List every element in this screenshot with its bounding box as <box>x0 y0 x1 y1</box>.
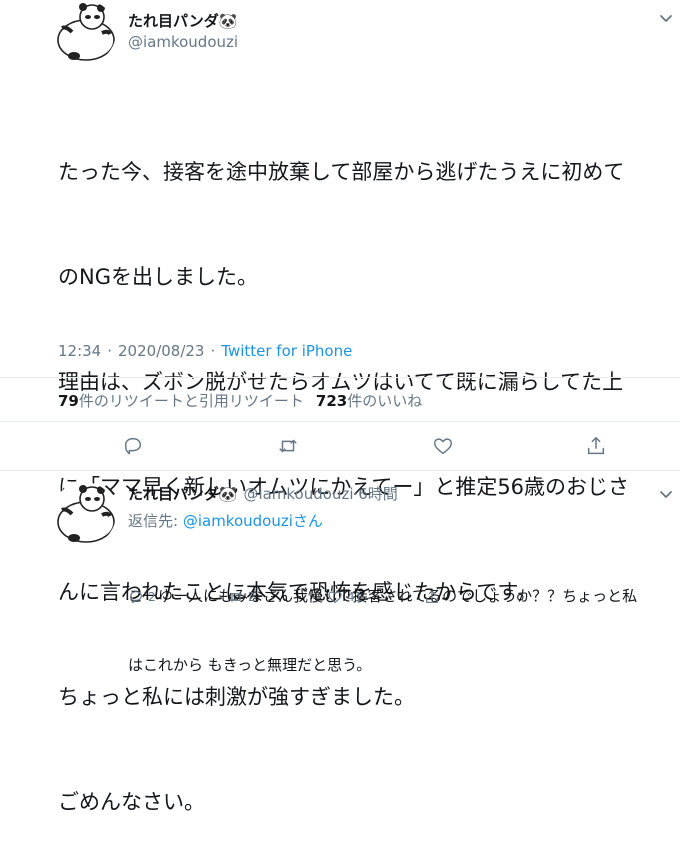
panda-avatar-icon <box>57 3 115 61</box>
replying-to-handle[interactable]: @iamkoudouzi <box>183 512 293 530</box>
share-icon <box>587 436 605 455</box>
reply-author-handle[interactable]: @iamkoudouzi <box>243 485 353 503</box>
chevron-down-icon <box>660 15 672 22</box>
tweet-client-link[interactable]: Twitter for iPhone <box>221 342 352 360</box>
heart-icon <box>434 438 452 455</box>
tweet-line: ごめんなさい。 <box>58 790 205 814</box>
replying-to-suffix[interactable]: さん <box>293 512 323 530</box>
heart-icon <box>328 591 342 603</box>
reply-count: 2 <box>148 590 156 604</box>
tweet-line: たった今、接客を途中放棄して部屋から逃げたうえに初めて <box>58 160 625 184</box>
reply-icon <box>130 591 142 604</box>
likes-label: 件のいいね <box>347 392 423 410</box>
tweet-line: のNGを出しました。 <box>58 265 258 289</box>
author-avatar[interactable] <box>52 0 116 64</box>
reply-header: たれ目パンダ🐼 @iamkoudouzi ·6時間 <box>128 483 398 504</box>
author-handle[interactable]: @iamkoudouzi <box>128 33 238 51</box>
divider <box>0 421 680 422</box>
share-button[interactable] <box>585 435 607 457</box>
reply-timestamp[interactable]: ·6時間 <box>354 483 398 504</box>
retweet-button[interactable] <box>277 435 299 457</box>
reply-like-button[interactable]: 41 <box>327 589 362 605</box>
reply-line: はこれから もきっと無理だと思う。 <box>128 656 372 674</box>
retweet-icon <box>229 592 243 602</box>
reply-button[interactable] <box>122 435 144 457</box>
tweet-date: 2020/08/23 <box>118 342 205 360</box>
reply-menu-chevron[interactable] <box>658 486 674 502</box>
likes-count: 723 <box>315 392 348 410</box>
tweet-time: 12:34 <box>58 342 102 360</box>
retweets-count: 79 <box>58 392 79 410</box>
replying-to: 返信先: @iamkoudouziさん <box>128 510 323 531</box>
tweet-menu-chevron[interactable] <box>658 10 674 26</box>
meta-separator: · <box>107 342 113 360</box>
share-icon <box>426 590 438 603</box>
reply-author-name[interactable]: たれ目パンダ🐼 <box>128 483 237 504</box>
chevron-down-icon <box>660 491 672 498</box>
reply-icon <box>124 437 142 455</box>
replying-to-prefix: 返信先: <box>128 512 183 530</box>
reply-share-button[interactable] <box>424 589 440 605</box>
reply-text: こーゆー人にもみなさん我慢して接客されてるのでしょうか？？ちょっと私 はこれから… <box>128 539 680 700</box>
reply-reply-button[interactable]: 2 <box>128 589 156 605</box>
retweets-label: 件のリツイートと引用リツイート <box>78 392 304 410</box>
reply-retweet-button[interactable]: 2 <box>228 589 256 605</box>
likes-stat[interactable]: 723件のいいね <box>316 390 422 411</box>
meta-separator: · <box>210 342 216 360</box>
panda-avatar-icon <box>57 485 115 543</box>
tweet-stats: 79件のリツイートと引用リツイート 723件のいいね <box>58 390 422 411</box>
tweet-meta: 12:34 · 2020/08/23 · Twitter for iPhone <box>58 342 352 360</box>
divider <box>0 377 680 378</box>
retweet-icon <box>279 439 297 453</box>
divider <box>0 470 680 471</box>
retweet-count: 2 <box>248 590 256 604</box>
retweets-stat[interactable]: 79件のリツイートと引用リツイート <box>58 390 304 411</box>
like-button[interactable] <box>432 435 454 457</box>
like-count: 41 <box>347 590 363 604</box>
reply-author-avatar[interactable] <box>52 482 116 546</box>
author-name[interactable]: たれ目パンダ🐼 <box>128 10 237 31</box>
reply-line: こーゆー人にもみなさん我慢して接客されてるのでしょうか？？ちょっと私 <box>128 587 638 605</box>
